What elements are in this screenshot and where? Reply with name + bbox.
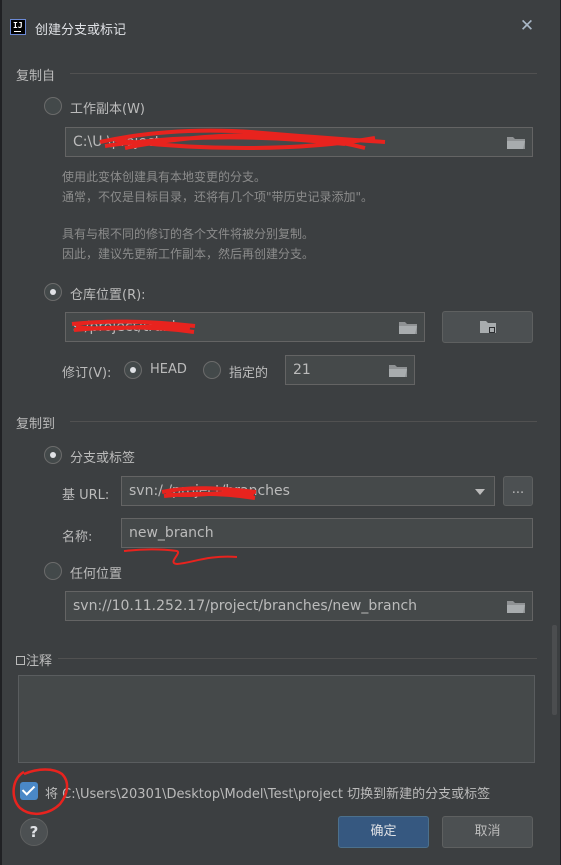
folder-icon[interactable]: [506, 598, 526, 614]
chevron-down-icon[interactable]: [474, 488, 486, 496]
comment-header: 注释: [16, 650, 52, 669]
branch-name-input[interactable]: new_branch: [121, 518, 533, 548]
repository-path-field[interactable]: s /project/trunk: [65, 312, 425, 342]
head-revision-radio[interactable]: [124, 361, 142, 379]
base-url-text: svn:/ /project/branches: [129, 483, 290, 499]
scrollbar[interactable]: [552, 625, 557, 715]
branch-name-text: new_branch: [129, 525, 214, 541]
title-bar: IJ 创建分支或标记 ✕: [0, 10, 561, 46]
working-copy-label: 工作副本(W): [70, 102, 145, 117]
copy-from-divider: [70, 73, 537, 74]
comment-header-text: 注释: [26, 654, 53, 669]
branch-or-tag-label: 分支或标签: [70, 451, 136, 466]
repository-path-text: s /project/trunk: [73, 319, 180, 335]
hint-line-3: 具有与根不同的修订的各个文件将被分别复制。: [62, 227, 315, 241]
base-url-more-button[interactable]: ...: [503, 476, 533, 506]
intellij-app-icon: IJ: [10, 19, 26, 35]
revision-number-text: 21: [293, 362, 311, 378]
comment-divider: [58, 658, 537, 659]
cancel-button[interactable]: 取消: [442, 816, 533, 848]
ok-button[interactable]: 确定: [338, 816, 429, 848]
working-copy-path-text: C:\U \project: [73, 134, 161, 150]
browse-repository-icon: [479, 321, 496, 333]
hint-line-1: 使用此变体创建具有本地变更的分支。: [62, 170, 267, 184]
working-copy-path-field[interactable]: C:\U \project: [65, 127, 533, 157]
folder-icon[interactable]: [388, 362, 408, 378]
name-label: 名称:: [62, 530, 93, 545]
switch-to-branch-label: 将 C:\Users\20301\Desktop\Model\Test\proj…: [45, 787, 491, 802]
close-icon[interactable]: ✕: [517, 16, 537, 36]
folder-icon[interactable]: [398, 319, 418, 335]
repository-location-radio[interactable]: [44, 283, 62, 301]
any-location-path-field[interactable]: svn://10.11.252.17/project/branches/new_…: [65, 591, 533, 621]
copy-to-divider: [70, 421, 537, 422]
repository-location-label: 仓库位置(R):: [70, 288, 146, 303]
app-icon-text: IJ: [13, 21, 23, 30]
revision-label: 修订(V):: [62, 366, 112, 381]
browse-repository-button[interactable]: [442, 311, 533, 343]
specified-revision-label: 指定的: [229, 366, 269, 381]
any-location-radio[interactable]: [44, 562, 62, 580]
working-copy-radio[interactable]: [44, 97, 62, 115]
switch-to-branch-checkbox[interactable]: [20, 782, 38, 800]
branch-or-tag-radio[interactable]: [44, 446, 62, 464]
any-location-path-text: svn://10.11.252.17/project/branches/new_…: [73, 598, 418, 614]
folder-icon[interactable]: [506, 134, 526, 150]
hint-line-4: 因此，建议先更新工作副本，然后再创建分支。: [62, 247, 315, 261]
any-location-label: 任何位置: [70, 567, 123, 582]
window-edge: [0, 0, 2, 865]
base-url-label: 基 URL:: [62, 488, 110, 503]
head-revision-label: HEAD: [150, 362, 187, 377]
dialog-title: 创建分支或标记: [35, 23, 127, 38]
copy-from-header: 复制自: [16, 69, 56, 84]
hint-line-2: 通常，不仅是目标目录，还将有几个项"带历史记录添加"。: [62, 190, 374, 204]
help-button[interactable]: ?: [20, 818, 48, 846]
base-url-combobox[interactable]: svn:/ /project/branches: [121, 476, 495, 506]
revision-number-field[interactable]: 21: [285, 355, 415, 385]
comment-textarea[interactable]: [18, 675, 535, 763]
comment-collapse-icon[interactable]: [16, 656, 25, 665]
copy-to-header: 复制到: [16, 417, 56, 432]
specified-revision-radio[interactable]: [203, 361, 221, 379]
